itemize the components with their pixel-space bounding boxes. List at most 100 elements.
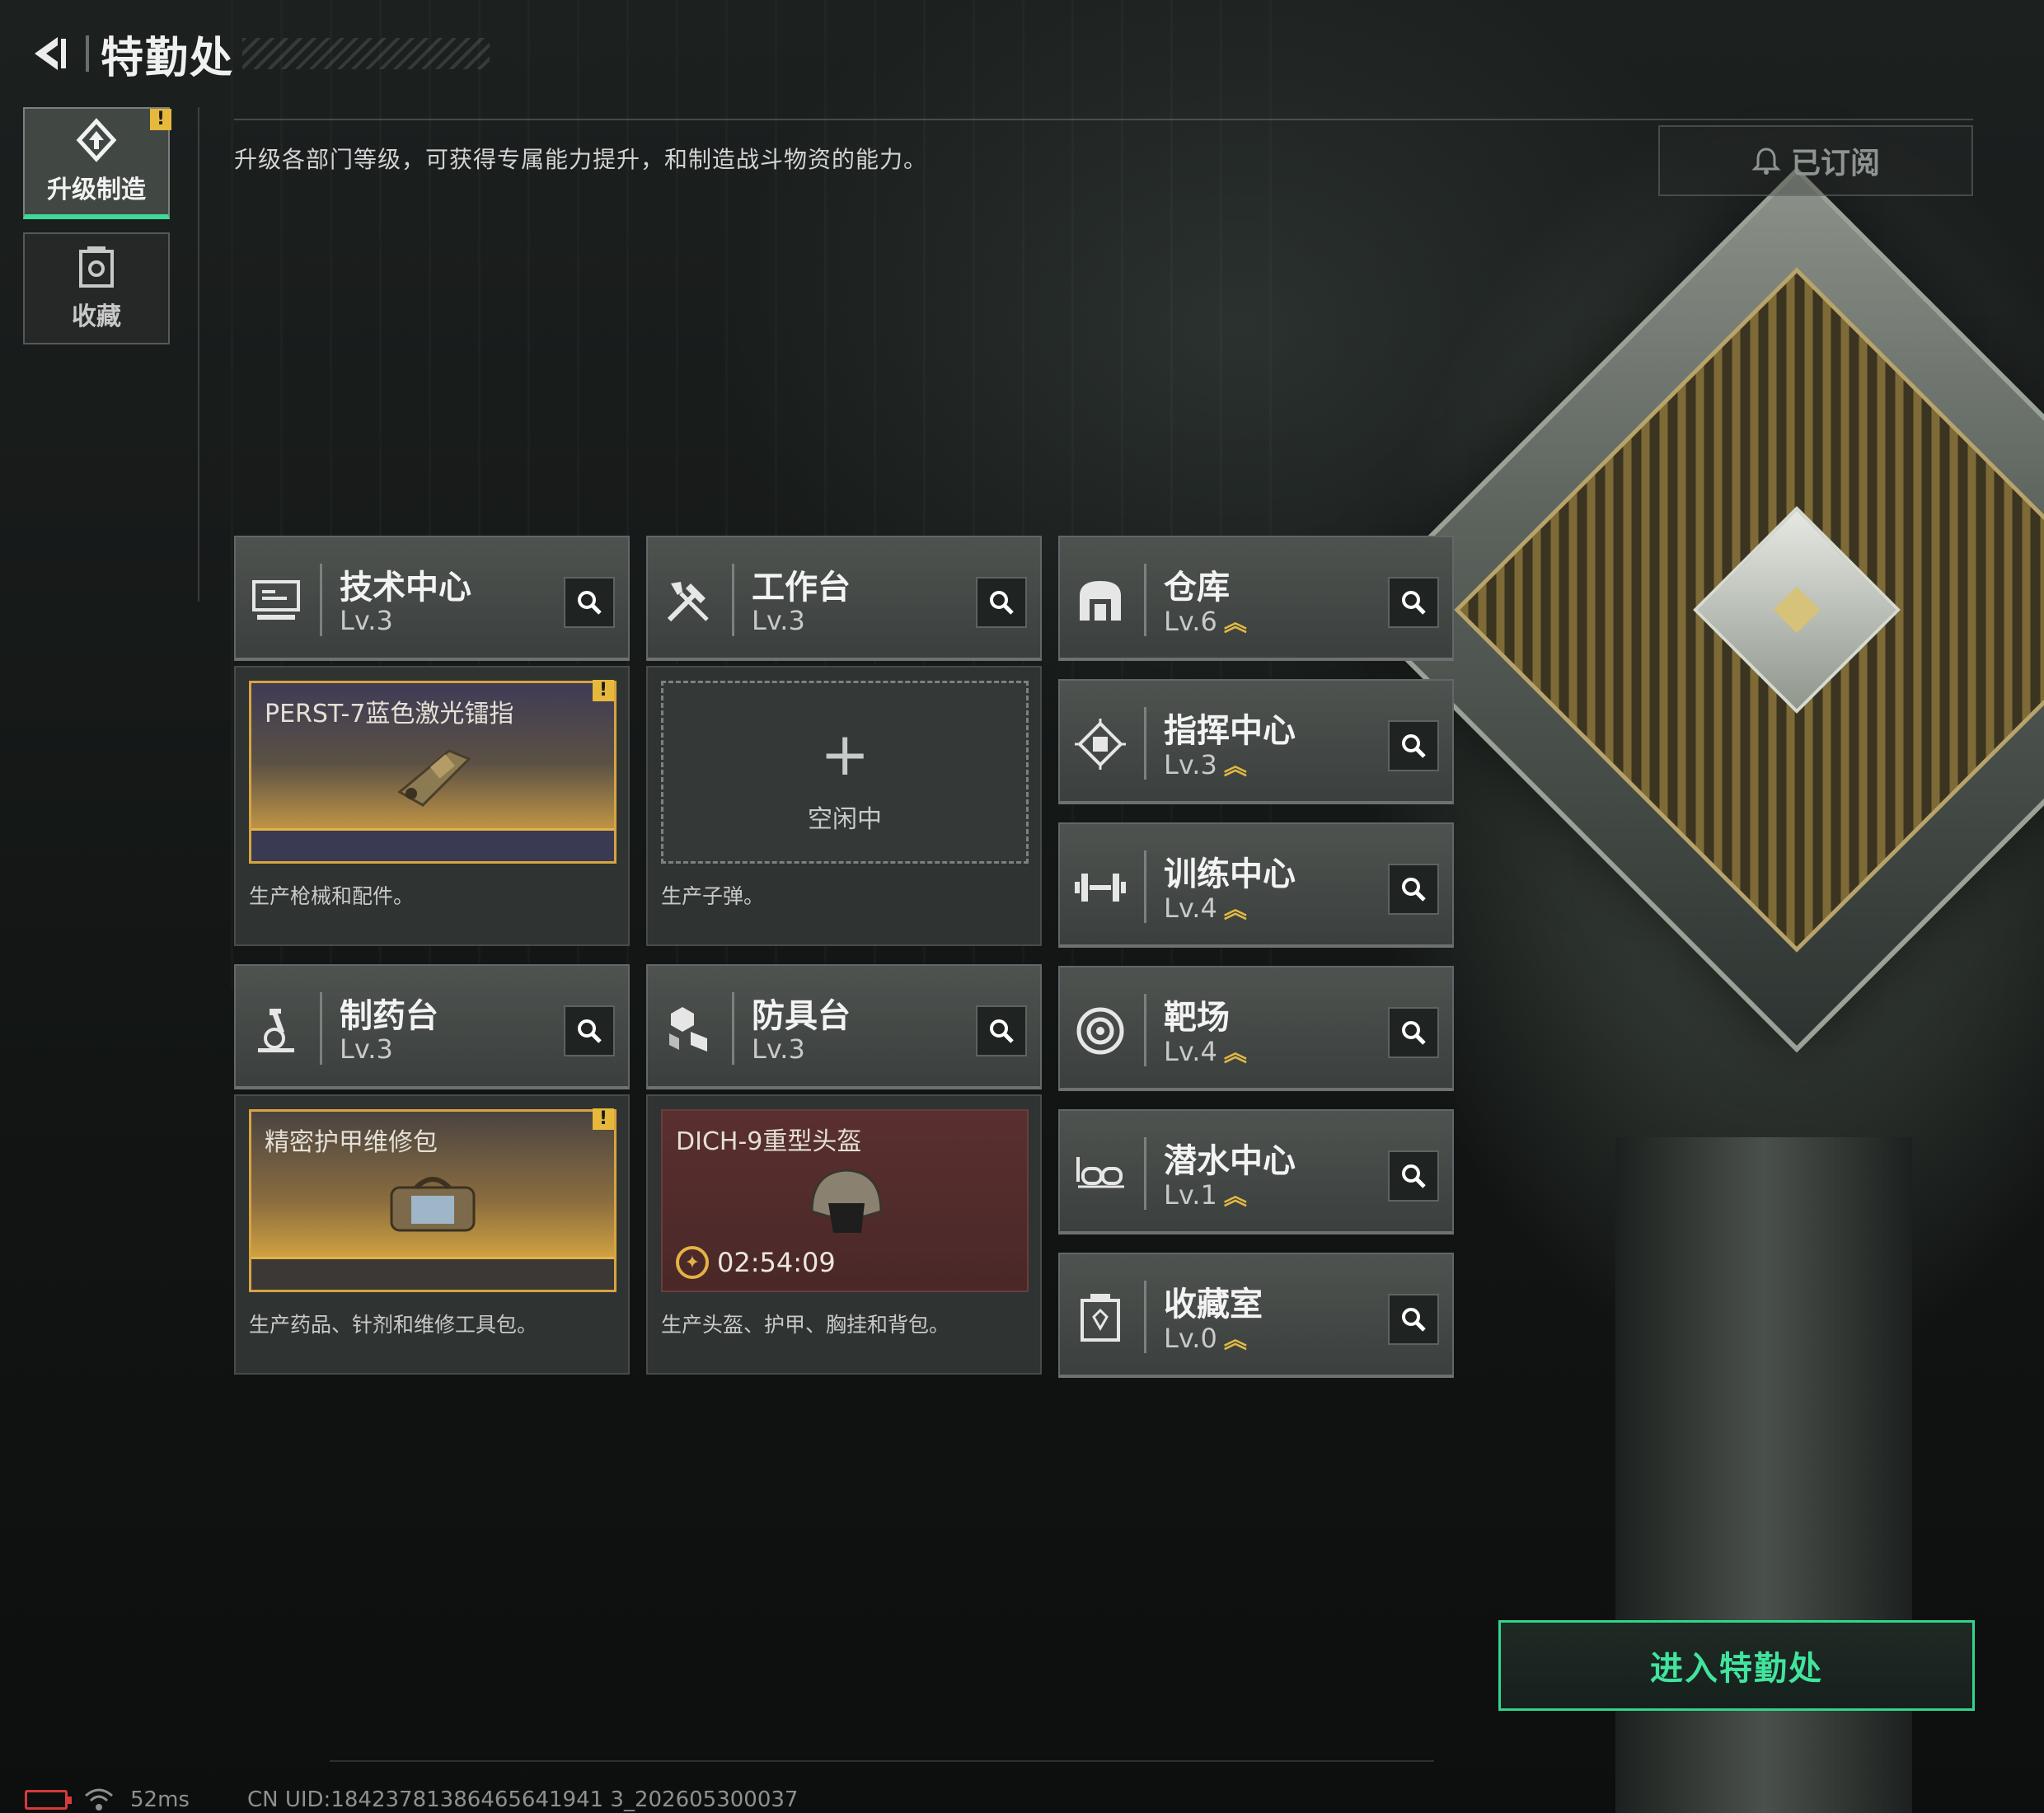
slot-footer — [251, 1257, 614, 1290]
title-separator — [86, 35, 89, 72]
battery-icon — [25, 1790, 72, 1810]
facility-level: Lv.3 — [1164, 749, 1217, 780]
idle-label: 空闲中 — [808, 805, 882, 834]
separator — [320, 564, 322, 636]
upgrade-available-icon: ︽ — [1223, 896, 1247, 923]
upgrade-available-icon: ︽ — [1223, 752, 1247, 780]
facility-command-center[interactable]: 指挥中心 Lv.3 ︽ — [1058, 679, 1454, 804]
nav-label: 收藏 — [72, 302, 121, 331]
page-title: 特勤处 — [101, 33, 235, 83]
facility-name: 技术中心 — [340, 569, 471, 607]
search-button[interactable] — [1388, 577, 1439, 628]
production-panel-tech: PERST-7蓝色激光镭指 ! 生产枪械和配件。 — [234, 666, 630, 946]
facility-level: Lv.0 — [1164, 1323, 1217, 1354]
separator — [1144, 1137, 1146, 1210]
cube-core — [1693, 506, 1901, 714]
monitor-icon — [249, 574, 303, 628]
back-button[interactable] — [25, 29, 74, 78]
repair-kit-item-icon — [390, 1177, 476, 1232]
nav-upgrade-craft[interactable]: ! 升级制造 — [23, 107, 171, 219]
search-button[interactable] — [1388, 1294, 1439, 1345]
warehouse-icon — [1073, 574, 1127, 628]
subscribed-label: 已订阅 — [1790, 147, 1880, 180]
search-icon — [1402, 591, 1426, 615]
search-button[interactable] — [564, 577, 615, 628]
search-icon — [1402, 878, 1426, 902]
back-arrow-icon — [35, 37, 66, 70]
facility-name: 仓库 — [1164, 569, 1230, 607]
facility-name: 工作台 — [752, 569, 851, 607]
side-nav: ! 升级制造 收藏 — [23, 107, 171, 358]
facility-collection-room[interactable]: 收藏室 Lv.0 ︽ — [1058, 1253, 1454, 1378]
upgrade-available-icon: ︽ — [1223, 1039, 1247, 1066]
facility-level-row: Lv.3 ︽ — [1164, 748, 1247, 781]
facility-level: Lv.3 — [752, 605, 805, 636]
tools-icon — [661, 574, 715, 628]
search-button[interactable] — [1388, 720, 1439, 771]
slot-item-name: DICH-9重型头盔 — [676, 1127, 862, 1156]
nav-collection[interactable]: 收藏 — [23, 232, 170, 344]
diving-mask-icon — [1073, 1147, 1127, 1202]
facility-name: 收藏室 — [1164, 1286, 1263, 1323]
search-button[interactable] — [1388, 864, 1439, 915]
facility-pharmacy[interactable]: 制药台 Lv.3 — [234, 964, 630, 1089]
facility-level: Lv.1 — [1164, 1179, 1217, 1211]
helmet-item-icon — [810, 1169, 883, 1233]
search-button[interactable] — [1388, 1007, 1439, 1058]
facility-level-row: Lv.4 ︽ — [1164, 892, 1247, 925]
search-button[interactable] — [1388, 1150, 1439, 1202]
facility-level-row: Lv.1 ︽ — [1164, 1178, 1247, 1211]
separator — [1144, 564, 1146, 636]
search-icon — [1402, 1308, 1426, 1332]
facility-workbench[interactable]: 工作台 Lv.3 — [646, 536, 1042, 661]
ping-value: 52ms — [130, 1787, 190, 1812]
separator — [732, 564, 734, 636]
bell-icon — [1751, 148, 1781, 175]
facility-description: 生产子弹。 — [661, 884, 765, 908]
facility-shooting-range[interactable]: 靶场 Lv.4 ︽ — [1058, 966, 1454, 1091]
production-slot[interactable]: PERST-7蓝色激光镭指 ! — [249, 680, 616, 864]
collection-icon — [74, 245, 119, 289]
enter-special-ops-button[interactable]: 进入特勤处 — [1498, 1620, 1975, 1711]
facility-armor-bench[interactable]: 防具台 Lv.3 — [646, 964, 1042, 1089]
command-chip-icon — [1073, 717, 1127, 771]
warning-badge: ! — [593, 1108, 614, 1130]
facility-training-center[interactable]: 训练中心 Lv.4 ︽ — [1058, 822, 1454, 948]
cube-light — [1773, 586, 1821, 634]
search-icon — [578, 591, 602, 615]
search-button[interactable] — [976, 577, 1027, 628]
nav-divider — [198, 107, 199, 602]
search-icon — [990, 591, 1014, 615]
production-panel-pharmacy: 精密护甲维修包 ! 生产药品、针剂和维修工具包。 — [234, 1094, 630, 1375]
upgrade-icon — [74, 118, 119, 162]
slot-item-name: 精密护甲维修包 — [265, 1128, 438, 1157]
production-slot[interactable]: DICH-9重型头盔 ✦ 02:54:09 — [661, 1109, 1029, 1292]
search-icon — [1402, 1021, 1426, 1045]
facility-diving-center[interactable]: 潜水中心 Lv.1 ︽ — [1058, 1109, 1454, 1234]
facility-level-row: Lv.6 ︽ — [1164, 605, 1247, 638]
search-icon — [1402, 734, 1426, 758]
search-button[interactable] — [564, 1005, 615, 1056]
nav-label: 升级制造 — [47, 176, 146, 204]
facility-warehouse[interactable]: 仓库 Lv.6 ︽ — [1058, 536, 1454, 661]
dumbbell-icon — [1073, 860, 1127, 915]
facility-name: 靶场 — [1164, 999, 1230, 1037]
armor-parts-icon — [661, 1002, 715, 1056]
header-divider — [234, 119, 1973, 120]
search-icon — [578, 1019, 602, 1043]
subscribed-button[interactable]: 已订阅 — [1658, 125, 1973, 196]
facility-description: 生产枪械和配件。 — [249, 884, 415, 908]
production-slot[interactable]: 精密护甲维修包 ! — [249, 1108, 616, 1292]
search-icon — [990, 1019, 1014, 1043]
production-timer: ✦ 02:54:09 — [676, 1246, 836, 1279]
facility-name: 制药台 — [340, 997, 438, 1035]
facility-tech-center[interactable]: 技术中心 Lv.3 — [234, 536, 630, 661]
top-bar: 特勤处 — [25, 25, 490, 83]
footer-divider — [330, 1760, 1434, 1762]
facility-level-row: Lv.4 ︽ — [1164, 1035, 1247, 1068]
separator — [320, 992, 322, 1065]
facility-name: 潜水中心 — [1164, 1142, 1296, 1180]
search-button[interactable] — [976, 1005, 1027, 1056]
production-panel-workbench: + 空闲中 生产子弹。 — [646, 666, 1042, 946]
production-slot-empty[interactable]: + 空闲中 — [661, 681, 1029, 864]
